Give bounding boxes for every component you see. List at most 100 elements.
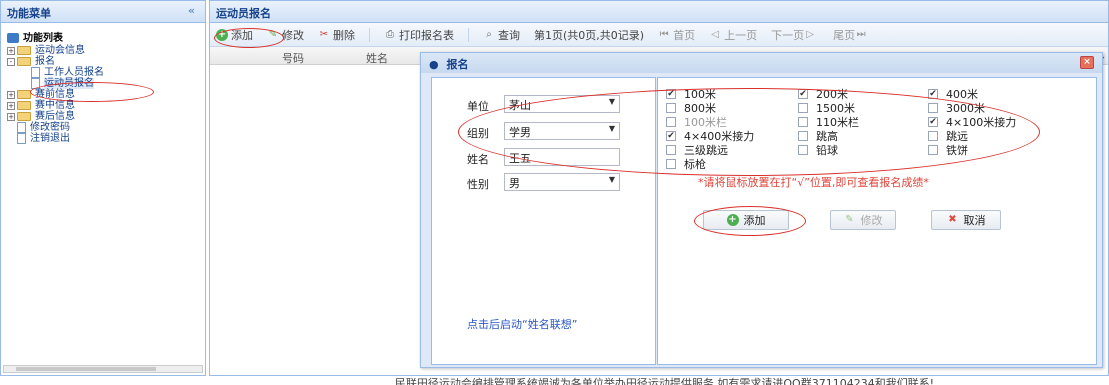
scrollbar-thumb[interactable]: [16, 367, 156, 371]
checkbox-icon[interactable]: [798, 131, 808, 141]
checkbox-icon[interactable]: [928, 145, 938, 155]
dialog-cancel-button[interactable]: ✖ 取消: [931, 210, 1001, 230]
page-icon: [17, 122, 26, 133]
expand-plus-icon[interactable]: +: [7, 90, 15, 99]
next-page-label: 下一页: [771, 28, 805, 42]
main-panel-title: 运动员报名: [216, 7, 271, 20]
printer-icon: ⎙: [386, 28, 394, 40]
tree-item-label: 报名: [35, 56, 55, 67]
tree-item-post-race-info[interactable]: + 赛后信息: [7, 111, 205, 122]
checkbox-checked-icon[interactable]: ✔: [666, 89, 676, 99]
registration-dialog: ● 报名 × 单位 茅山 ▼ 组别 学男 ▼ 姓名 王五 性别 男 ▼ 点击后启…: [420, 52, 1103, 368]
tree-item-label: 运动员报名: [44, 78, 94, 89]
checkbox-icon[interactable]: [666, 145, 676, 155]
add-button[interactable]: + 添加: [216, 27, 253, 43]
checkbox-checked-icon[interactable]: ✔: [928, 89, 938, 99]
checkbox-checked-icon[interactable]: ✔: [928, 117, 938, 127]
tree-item-logout[interactable]: 注销退出: [7, 133, 205, 144]
unit-label: 单位: [467, 100, 489, 113]
tree-item-label: 赛前信息: [35, 89, 75, 100]
checkbox-checked-icon[interactable]: ✔: [798, 89, 808, 99]
column-header-number[interactable]: 号码: [282, 50, 304, 66]
edit-button[interactable]: ✎ 修改: [267, 27, 304, 43]
name-autocomplete-hint[interactable]: 点击后启动“姓名联想”: [467, 316, 577, 332]
tree-item-label: 运动会信息: [35, 45, 85, 56]
pencil-icon: ✎: [268, 28, 278, 40]
page-icon: [31, 78, 40, 89]
tree-item-staff-registration[interactable]: 工作人员报名: [7, 67, 205, 78]
page-icon: [31, 67, 40, 78]
expand-plus-icon[interactable]: +: [7, 112, 15, 121]
event-label: 标枪: [684, 158, 706, 171]
pencil-icon: ✎: [845, 214, 854, 225]
tree-item-in-race-info[interactable]: + 赛中信息: [7, 100, 205, 111]
tree-item-registration[interactable]: - 报名: [7, 56, 205, 67]
folder-icon: [17, 112, 31, 121]
app-root: 功能菜单 « 功能列表 + 运动会信息 - 报名 工作人员报名 运动员报名 + …: [0, 0, 1109, 385]
horizontal-scrollbar[interactable]: [3, 365, 203, 373]
chevron-down-icon: ▼: [608, 97, 615, 106]
prev-page-icon: ◁: [711, 28, 719, 40]
checkbox-icon[interactable]: [928, 103, 938, 113]
print-button[interactable]: ⎙ 打印报名表: [384, 27, 454, 43]
first-page-icon: ⏮: [659, 28, 669, 40]
event-checkbox[interactable]: 标枪: [666, 156, 706, 172]
group-value: 学男: [509, 126, 531, 139]
expand-plus-icon[interactable]: +: [7, 101, 15, 110]
tree-item-change-password[interactable]: 修改密码: [7, 122, 205, 133]
user-icon: ●: [429, 58, 439, 71]
collapse-minus-icon[interactable]: -: [7, 57, 15, 66]
close-icon[interactable]: ×: [1080, 56, 1094, 69]
checkbox-icon[interactable]: [666, 103, 676, 113]
checkbox-icon[interactable]: [666, 159, 676, 169]
dialog-header: ● 报名 ×: [421, 53, 1102, 73]
event-checkbox[interactable]: 铁饼: [928, 142, 968, 158]
last-page-icon: ⏭: [856, 28, 866, 40]
delete-button[interactable]: ✂ 删除: [318, 27, 355, 43]
group-select[interactable]: 学男 ▼: [504, 122, 620, 140]
print-label: 打印报名表: [399, 28, 454, 42]
dialog-edit-button: ✎ 修改: [830, 210, 896, 230]
next-page-button[interactable]: 下一页 ▷: [771, 27, 819, 43]
prev-page-button[interactable]: ◁ 上一页: [709, 27, 757, 43]
tree-item-pre-race-info[interactable]: + 赛前信息: [7, 89, 205, 100]
checkbox-checked-icon[interactable]: ✔: [666, 131, 676, 141]
add-label: 添加: [231, 28, 253, 42]
gender-value: 男: [509, 177, 520, 190]
folder-icon: [17, 90, 31, 99]
first-page-label: 首页: [673, 28, 696, 42]
checkbox-icon[interactable]: [798, 145, 808, 155]
column-header-name[interactable]: 姓名: [366, 50, 388, 66]
function-menu-panel: 功能菜单 « 功能列表 + 运动会信息 - 报名 工作人员报名 运动员报名 + …: [0, 0, 206, 376]
athlete-form: 单位 茅山 ▼ 组别 学男 ▼ 姓名 王五 性别 男 ▼ 点击后启动“姓名联想”: [431, 77, 656, 365]
tree-item-sports-meet-info[interactable]: + 运动会信息: [7, 45, 205, 56]
tree-root[interactable]: 功能列表: [7, 31, 205, 45]
monitor-icon: [7, 33, 19, 43]
toolbar-separator: [369, 27, 370, 42]
tree-item-label: 注销退出: [30, 133, 70, 144]
name-input[interactable]: 王五: [504, 148, 620, 166]
gender-select[interactable]: 男 ▼: [504, 173, 620, 191]
unit-select[interactable]: 茅山 ▼: [504, 95, 620, 113]
footer-notice: 民联田径运动会编排管理系统竭诚为各单位举办田径运动提供服务,如有需求请进QQ群3…: [394, 377, 935, 385]
checkbox-icon[interactable]: [798, 103, 808, 113]
next-page-icon: ▷: [806, 28, 814, 40]
event-checkbox[interactable]: 铅球: [798, 142, 838, 158]
folder-icon: [17, 101, 31, 110]
chevron-down-icon: ▼: [608, 175, 615, 184]
query-button[interactable]: ⌕ 查询: [483, 27, 520, 43]
expand-plus-icon[interactable]: +: [7, 46, 15, 55]
first-page-button[interactable]: ⏮ 首页: [658, 27, 696, 43]
checkbox-icon[interactable]: [798, 117, 808, 127]
chevron-down-icon: ▼: [608, 124, 615, 133]
collapse-icon[interactable]: «: [188, 4, 195, 17]
events-panel: ✔ 100米 ✔ 200米 ✔ 400米 800米 1500米 3000米 100米栏…: [657, 77, 1097, 365]
dialog-add-button[interactable]: + 添加: [703, 210, 789, 230]
menu-panel-header: 功能菜单 «: [1, 1, 205, 23]
last-page-button[interactable]: 尾页 ⏭: [833, 27, 870, 43]
toolbar-separator: [468, 27, 469, 42]
add-icon: +: [216, 28, 228, 41]
checkbox-icon[interactable]: [928, 131, 938, 141]
folder-open-icon: [17, 57, 31, 66]
tree-item-athlete-registration[interactable]: 运动员报名: [7, 78, 205, 89]
